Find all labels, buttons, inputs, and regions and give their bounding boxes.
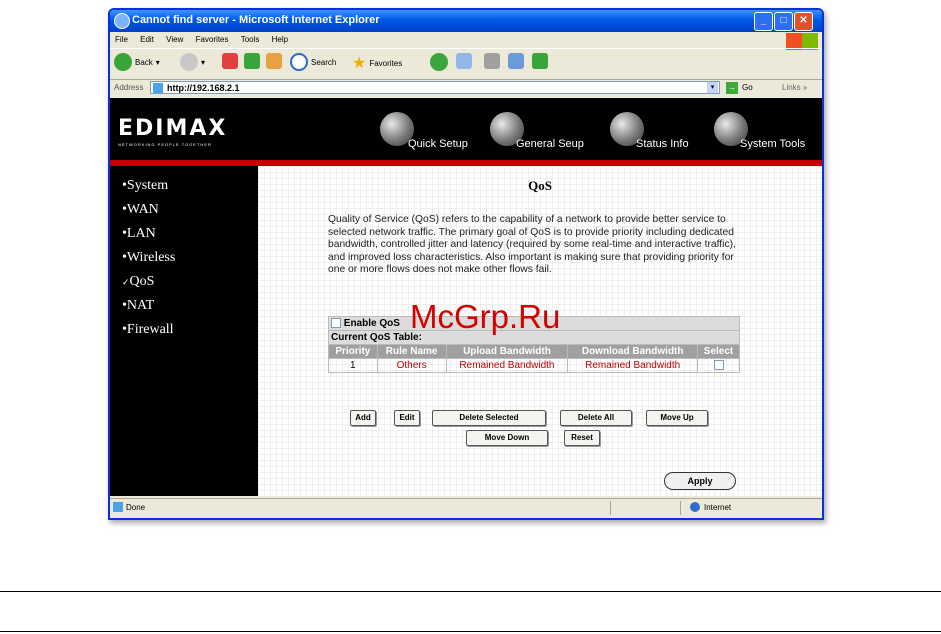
reset-button[interactable]: Reset (564, 430, 600, 446)
address-bar: Address http://192.168.2.1 ▾ → Go Links … (110, 79, 822, 97)
back-arrow-icon (114, 53, 132, 71)
cell-rule-name: Others (376, 358, 447, 373)
sidebar-item-nat[interactable]: •NAT (122, 298, 154, 314)
status-text: Done (126, 503, 146, 512)
refresh-icon[interactable] (244, 53, 260, 69)
table-row: 1 Others Remained Bandwidth Remained Ban… (328, 358, 740, 373)
toolbar: Back ▾ ▾ Search ★ Favorites (110, 48, 822, 80)
close-button[interactable]: ✕ (794, 12, 813, 31)
move-up-button[interactable]: Move Up (646, 410, 708, 426)
address-input[interactable]: http://192.168.2.1 (150, 81, 720, 94)
sidebar-item-system[interactable]: •System (122, 178, 168, 194)
page-title: QoS (528, 178, 552, 193)
edit-button[interactable]: Edit (394, 410, 420, 426)
zone-text: Internet (704, 503, 732, 512)
forward-button[interactable]: ▾ (180, 53, 205, 71)
mail-icon[interactable] (456, 53, 472, 69)
nav-system-tools[interactable]: System Tools (740, 138, 805, 150)
sidebar-item-firewall[interactable]: •Firewall (122, 322, 174, 338)
star-icon: ★ (352, 55, 367, 72)
table-header: Priority Rule Name Upload Bandwidth Down… (328, 344, 740, 359)
qos-description: Quality of Service (QoS) refers to the c… (328, 214, 736, 275)
sidebar-item-lan[interactable]: •LAN (122, 226, 156, 242)
stop-icon[interactable] (222, 53, 238, 69)
sidebar-item-qos[interactable]: ✓QoS (122, 274, 154, 290)
page-done-icon (113, 502, 123, 512)
add-button[interactable]: Add (350, 410, 376, 426)
print-icon[interactable] (484, 53, 500, 69)
edit-page-icon[interactable] (508, 53, 524, 69)
menu-file[interactable]: File (110, 32, 133, 44)
menu-tools[interactable]: Tools (236, 32, 265, 44)
menu-bar: File Edit View Favorites Tools Help (110, 32, 822, 50)
enable-qos-checkbox[interactable] (331, 318, 341, 329)
router-header: EDIMAX NETWORKING PEOPLE TOGETHER Quick … (110, 98, 822, 160)
logo-tagline: NETWORKING PEOPLE TOGETHER (118, 142, 212, 147)
delete-selected-button[interactable]: Delete Selected (432, 410, 546, 426)
go-arrow-icon[interactable]: → (726, 82, 738, 94)
delete-all-button[interactable]: Delete All (560, 410, 632, 426)
status-divider (610, 501, 611, 515)
history-icon[interactable] (430, 53, 448, 71)
messenger-icon[interactable] (532, 53, 548, 69)
edimax-logo: EDIMAX (118, 116, 228, 141)
sidebar-item-wireless[interactable]: •Wireless (122, 250, 175, 266)
maximize-button[interactable]: □ (774, 12, 793, 31)
column-select: Select (697, 344, 740, 359)
nav-status-info[interactable]: Status Info (636, 138, 689, 150)
column-rule-name: Rule Name (376, 344, 447, 359)
sidebar-item-wan[interactable]: •WAN (122, 202, 159, 218)
menu-edit[interactable]: Edit (135, 32, 159, 44)
menu-help[interactable]: Help (267, 32, 293, 44)
home-icon[interactable] (266, 53, 282, 69)
menu-favorites[interactable]: Favorites (191, 32, 234, 44)
nav-quick-setup[interactable]: Quick Setup (408, 138, 468, 150)
status-divider (680, 501, 681, 515)
page-content: EDIMAX NETWORKING PEOPLE TOGETHER Quick … (110, 98, 822, 496)
enable-qos-label: Enable QoS (343, 318, 400, 329)
internet-zone-icon (690, 502, 700, 512)
apply-button[interactable]: Apply (664, 472, 736, 490)
address-dropdown-icon[interactable]: ▾ (707, 82, 718, 93)
back-button[interactable]: Back ▾ (114, 53, 160, 71)
links-button[interactable]: Links » (782, 83, 807, 92)
favorites-button[interactable]: ★ Favorites (352, 53, 402, 73)
nav-general-setup[interactable]: General Seup (516, 138, 584, 150)
row-select-checkbox[interactable] (713, 360, 724, 371)
minimize-button[interactable]: _ (754, 12, 773, 31)
watermark: McGrp.Ru (410, 298, 561, 335)
search-icon (290, 53, 308, 71)
status-bar: Done Internet (110, 498, 822, 517)
menu-view[interactable]: View (161, 32, 188, 44)
column-download: Download Bandwidth (567, 344, 699, 359)
ie-icon (114, 13, 130, 29)
column-priority: Priority (328, 344, 378, 359)
rule-line-top (0, 591, 941, 592)
move-down-button[interactable]: Move Down (466, 430, 548, 446)
sidebar: •System •WAN •LAN •Wireless ✓QoS •NAT •F… (110, 166, 258, 496)
window-title: Cannot find server - Microsoft Internet … (132, 14, 380, 26)
address-label: Address (114, 83, 144, 92)
rule-line-bottom (0, 631, 941, 632)
go-button[interactable]: Go (742, 83, 753, 92)
browser-window: Cannot find server - Microsoft Internet … (108, 8, 824, 520)
title-bar: Cannot find server - Microsoft Internet … (110, 10, 822, 32)
column-upload: Upload Bandwidth (445, 344, 569, 359)
page-icon (153, 83, 163, 93)
search-button[interactable]: Search (290, 53, 336, 71)
forward-arrow-icon (180, 53, 198, 71)
cell-priority: 1 (328, 358, 378, 373)
cell-upload: Remained Bandwidth (445, 358, 569, 373)
cell-download: Remained Bandwidth (567, 358, 699, 373)
